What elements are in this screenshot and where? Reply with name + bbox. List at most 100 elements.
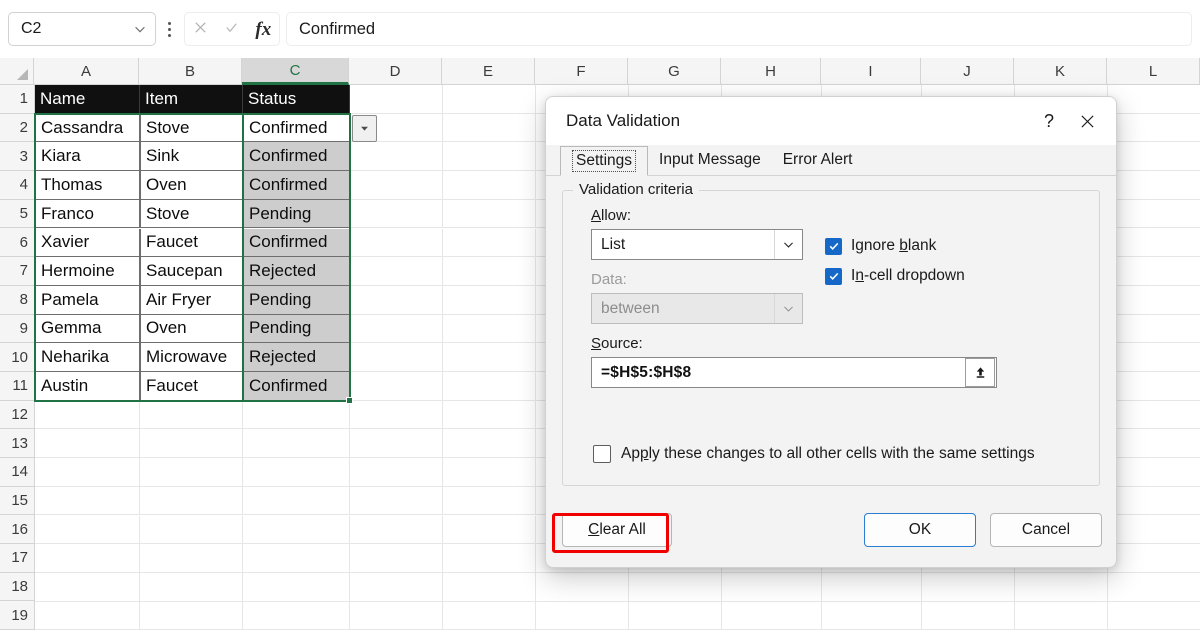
row-header-17[interactable]: 17 xyxy=(0,544,35,573)
table-row[interactable]: Saucepan xyxy=(140,257,243,286)
grid-cell[interactable] xyxy=(443,199,536,229)
grid-cell[interactable] xyxy=(1108,515,1200,545)
grid-cell[interactable] xyxy=(1108,486,1200,516)
table-row[interactable]: Gemma xyxy=(35,314,140,344)
table-row[interactable]: Neharika xyxy=(35,343,140,372)
grid-cell[interactable] xyxy=(922,572,1015,602)
table-row[interactable]: Faucet xyxy=(140,372,243,401)
row-header-1[interactable]: 1 xyxy=(0,85,35,114)
grid-cell[interactable] xyxy=(350,400,443,430)
grid-cell[interactable] xyxy=(350,285,443,315)
grid-cell[interactable] xyxy=(350,544,443,573)
column-header-k[interactable]: K xyxy=(1014,58,1107,85)
grid-cell[interactable] xyxy=(243,601,350,630)
table-row[interactable]: Franco xyxy=(35,199,140,229)
grid-cell[interactable] xyxy=(822,601,922,630)
clear-all-button[interactable]: Clear All xyxy=(562,513,672,547)
name-box[interactable]: C2 xyxy=(8,12,156,46)
grid-cell[interactable] xyxy=(822,572,922,602)
grid-cell[interactable] xyxy=(350,372,443,401)
grid-cell[interactable] xyxy=(140,544,243,573)
confirm-check-icon[interactable] xyxy=(218,20,246,39)
grid-cell[interactable] xyxy=(922,601,1015,630)
select-all-corner[interactable] xyxy=(0,58,34,85)
status-cell[interactable]: Confirmed xyxy=(243,142,350,172)
tab-error-alert[interactable]: Error Alert xyxy=(772,145,864,175)
row-header-10[interactable]: 10 xyxy=(0,343,35,372)
table-row[interactable]: Hermoine xyxy=(35,257,140,286)
grid-cell[interactable] xyxy=(443,486,536,516)
grid-cell[interactable] xyxy=(629,601,722,630)
apply-all-checkbox[interactable] xyxy=(593,445,611,463)
grid-cell[interactable] xyxy=(350,257,443,286)
grid-cell[interactable] xyxy=(1108,429,1200,459)
formula-input[interactable]: Confirmed xyxy=(286,12,1192,46)
tab-settings[interactable]: Settings xyxy=(560,146,649,176)
status-cell[interactable]: Pending xyxy=(243,199,350,229)
grid-cell[interactable] xyxy=(350,199,443,229)
grid-cell[interactable] xyxy=(443,257,536,286)
status-cell[interactable]: Rejected xyxy=(243,343,350,372)
grid-cell[interactable] xyxy=(350,486,443,516)
chevron-down-icon[interactable] xyxy=(133,22,147,36)
table-row[interactable]: Stove xyxy=(140,113,243,143)
status-cell[interactable]: Pending xyxy=(243,285,350,315)
grid-cell[interactable] xyxy=(443,400,536,430)
row-header-12[interactable]: 12 xyxy=(0,400,35,430)
table-row[interactable]: Air Fryer xyxy=(140,285,243,315)
grid-cell[interactable] xyxy=(350,429,443,459)
grid-cell[interactable] xyxy=(443,544,536,573)
grid-cell[interactable] xyxy=(35,515,140,545)
grid-cell[interactable] xyxy=(1108,285,1200,315)
status-cell[interactable]: Confirmed xyxy=(243,171,350,200)
column-header-g[interactable]: G xyxy=(628,58,721,85)
range-selector-icon[interactable] xyxy=(965,358,995,387)
row-header-9[interactable]: 9 xyxy=(0,314,35,344)
grid-cell[interactable] xyxy=(1108,314,1200,344)
row-header-18[interactable]: 18 xyxy=(0,572,35,602)
cancel-x-icon[interactable] xyxy=(187,20,215,39)
table-header-cell[interactable]: Name xyxy=(35,85,140,114)
row-header-2[interactable]: 2 xyxy=(0,113,35,143)
grid-cell[interactable] xyxy=(243,429,350,459)
grid-cell[interactable] xyxy=(1108,458,1200,487)
grid-cell[interactable] xyxy=(140,458,243,487)
column-header-e[interactable]: E xyxy=(442,58,535,85)
row-header-6[interactable]: 6 xyxy=(0,228,35,258)
grid-cell[interactable] xyxy=(1108,199,1200,229)
grid-cell[interactable] xyxy=(443,343,536,372)
grid-cell[interactable] xyxy=(443,515,536,545)
column-header-b[interactable]: B xyxy=(139,58,242,85)
grid-cell[interactable] xyxy=(350,85,443,114)
tab-input-message[interactable]: Input Message xyxy=(648,145,772,175)
grid-cell[interactable] xyxy=(1108,343,1200,372)
grid-cell[interactable] xyxy=(35,601,140,630)
grid-cell[interactable] xyxy=(35,458,140,487)
grid-cell[interactable] xyxy=(1108,544,1200,573)
grid-cell[interactable] xyxy=(629,572,722,602)
grid-cell[interactable] xyxy=(35,486,140,516)
grid-cell[interactable] xyxy=(140,572,243,602)
more-options-icon[interactable] xyxy=(158,12,180,46)
grid-cell[interactable] xyxy=(140,601,243,630)
grid-cell[interactable] xyxy=(1108,228,1200,258)
table-row[interactable]: Microwave xyxy=(140,343,243,372)
grid-cell[interactable] xyxy=(443,228,536,258)
grid-cell[interactable] xyxy=(1108,85,1200,114)
status-cell[interactable]: Confirmed xyxy=(243,113,350,143)
grid-cell[interactable] xyxy=(350,142,443,172)
grid-cell[interactable] xyxy=(140,429,243,459)
grid-cell[interactable] xyxy=(350,171,443,200)
grid-cell[interactable] xyxy=(140,400,243,430)
cancel-button[interactable]: Cancel xyxy=(990,513,1102,547)
status-cell[interactable]: Confirmed xyxy=(243,372,350,401)
grid-cell[interactable] xyxy=(35,429,140,459)
grid-cell[interactable] xyxy=(243,486,350,516)
table-row[interactable]: Faucet xyxy=(140,228,243,258)
grid-cell[interactable] xyxy=(350,343,443,372)
table-row[interactable]: Pamela xyxy=(35,285,140,315)
row-header-7[interactable]: 7 xyxy=(0,257,35,286)
grid-cell[interactable] xyxy=(1108,372,1200,401)
grid-cell[interactable] xyxy=(243,458,350,487)
column-header-j[interactable]: J xyxy=(921,58,1014,85)
